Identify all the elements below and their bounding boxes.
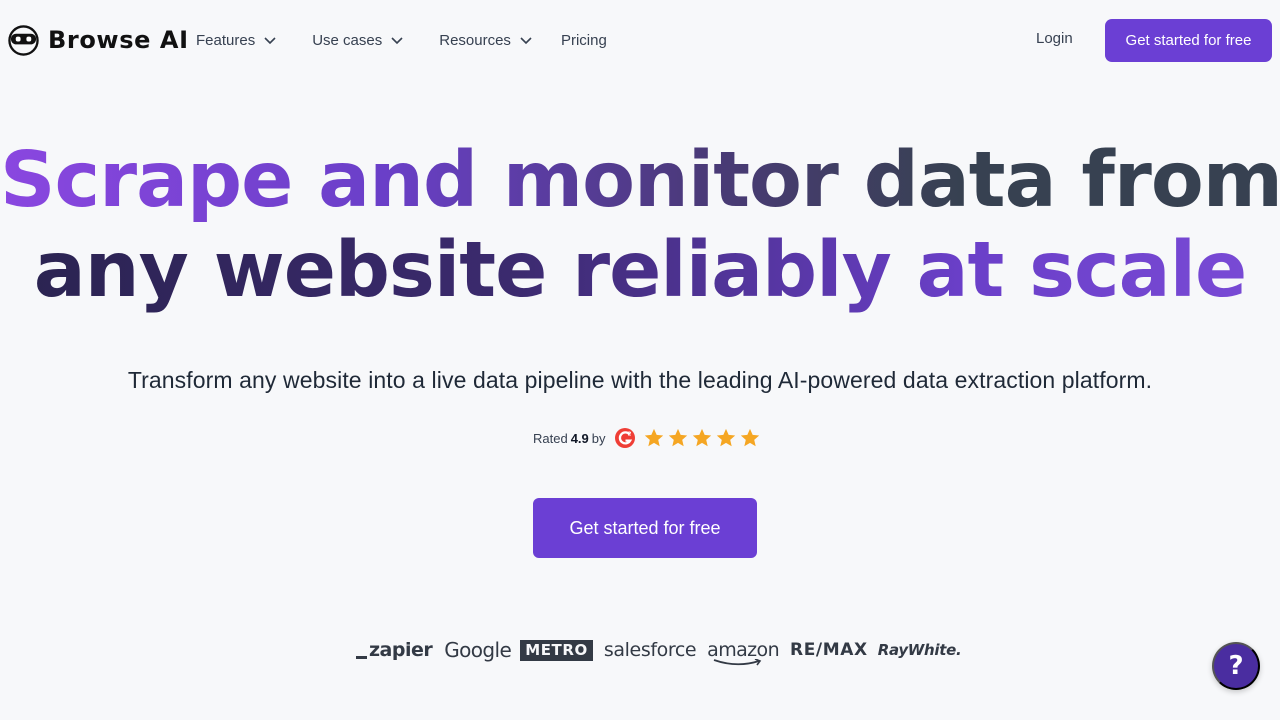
remax-logo: RE/MAX — [790, 640, 868, 660]
hero-title-line-1: Scrape and monitor data from — [0, 136, 1280, 225]
svg-text:2: 2 — [627, 432, 631, 438]
get-started-button-hero[interactable]: Get started for free — [533, 498, 757, 558]
rating-badge: Rated 4.9 by 2 — [533, 424, 763, 452]
nav-item-label: Resources — [439, 31, 511, 49]
top-nav: Browse AI Features Use cases Resources P… — [0, 0, 1280, 80]
nav-item-features[interactable]: Features — [196, 32, 277, 49]
star-rating — [643, 427, 763, 449]
chevron-down-icon — [520, 37, 532, 45]
brand-name: Browse AI — [48, 26, 189, 54]
chevron-down-icon — [264, 37, 276, 45]
rating-prefix: Rated — [533, 430, 568, 446]
hero-title-line-2: any website reliably at scale — [0, 226, 1280, 316]
rating-by: by — [591, 430, 606, 446]
star-icon — [692, 428, 711, 447]
chevron-down-icon — [391, 37, 403, 45]
brand-logo[interactable]: Browse AI — [8, 24, 189, 56]
nav-item-label: Pricing — [560, 31, 607, 49]
get-started-button-nav[interactable]: Get started for free — [1105, 19, 1272, 62]
help-chat-button[interactable]: ? — [1212, 642, 1260, 690]
browse-ai-robot-icon — [8, 24, 39, 56]
nav-item-resources[interactable]: Resources — [439, 32, 533, 49]
login-link[interactable]: Login — [1036, 30, 1073, 47]
hero-subtitle: Transform any website into a live data p… — [127, 367, 1153, 393]
g2-logo-icon: 2 — [614, 428, 635, 448]
google-logo: Google — [444, 638, 512, 662]
nav-item-label: Features — [196, 31, 256, 49]
amazon-logo: amazon — [707, 639, 780, 666]
nav-links: Features Use cases Resources Pricing — [196, 29, 607, 51]
customer-logos: zapier Google METRO salesforce amazon RE… — [356, 636, 962, 666]
rating-score: 4.9 — [570, 430, 589, 446]
star-icon — [740, 428, 759, 447]
zapier-logo: zapier — [356, 639, 433, 661]
hero-title: Scrape and monitor data from any website… — [0, 136, 1280, 316]
nav-item-use-cases[interactable]: Use cases — [312, 32, 404, 49]
star-icon — [644, 428, 663, 447]
metro-logo: METRO — [520, 639, 593, 661]
salesforce-logo: salesforce — [603, 639, 697, 661]
nav-item-pricing[interactable]: Pricing — [561, 32, 607, 49]
amazon-smile-icon — [713, 659, 762, 666]
star-icon — [716, 428, 735, 447]
nav-item-label: Use cases — [312, 31, 383, 49]
star-icon — [668, 428, 687, 447]
raywhite-logo: RayWhite. — [877, 641, 962, 659]
